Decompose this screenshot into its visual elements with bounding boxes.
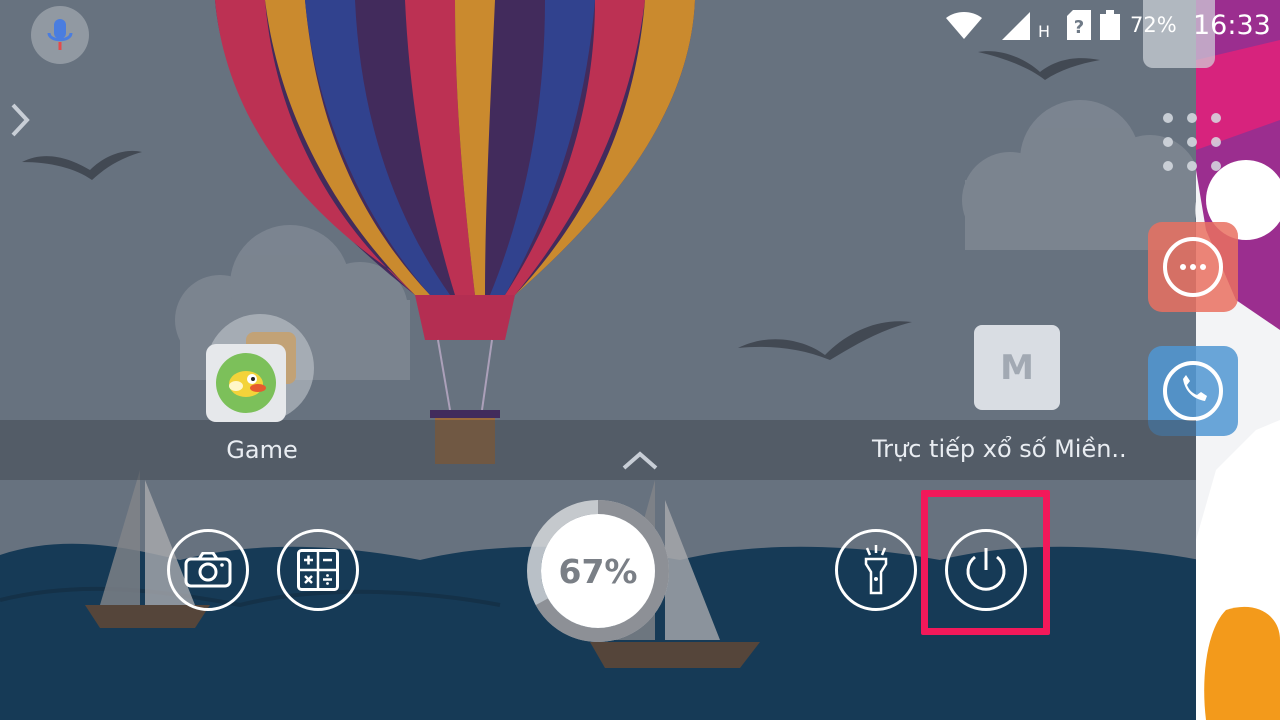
camera-button[interactable] bbox=[167, 529, 249, 611]
shortcut-label: Trực tiếp xổ số Miền.. bbox=[872, 435, 1127, 463]
calculator-button[interactable] bbox=[277, 529, 359, 611]
sim-unknown-icon: ? bbox=[1067, 10, 1091, 40]
memory-boost-button[interactable]: 67% bbox=[541, 514, 655, 628]
mic-icon bbox=[47, 19, 73, 50]
lottery-shortcut-icon[interactable]: M bbox=[974, 325, 1060, 410]
chevron-up-icon[interactable] bbox=[620, 449, 660, 471]
chevron-right-icon[interactable] bbox=[8, 100, 32, 140]
messaging-app-icon[interactable] bbox=[1148, 222, 1238, 312]
calculator-icon bbox=[297, 549, 339, 591]
signal-icon bbox=[1002, 12, 1030, 40]
app-drawer-icon[interactable] bbox=[1160, 110, 1224, 174]
game-folder[interactable] bbox=[206, 314, 314, 422]
flashlight-icon bbox=[864, 545, 888, 595]
voice-search-button[interactable] bbox=[31, 6, 89, 64]
target-highlight bbox=[921, 490, 1050, 635]
clock: 16:33 bbox=[1193, 10, 1271, 41]
network-type-label: H bbox=[1038, 22, 1051, 41]
status-bar: H ? 72% 16:33 bbox=[0, 0, 1280, 52]
wifi-icon bbox=[946, 12, 982, 39]
flashlight-button[interactable] bbox=[835, 529, 917, 611]
home-screen: H ? 72% 16:33 Game M Trực tiếp xổ số Miề… bbox=[0, 0, 1280, 720]
svg-text:?: ? bbox=[1074, 17, 1084, 38]
flappy-bird-app-icon bbox=[206, 344, 286, 422]
battery-percent: 72% bbox=[1130, 13, 1177, 37]
folder-label: Game bbox=[226, 436, 298, 464]
camera-icon bbox=[184, 552, 232, 588]
battery-icon bbox=[1100, 10, 1120, 40]
